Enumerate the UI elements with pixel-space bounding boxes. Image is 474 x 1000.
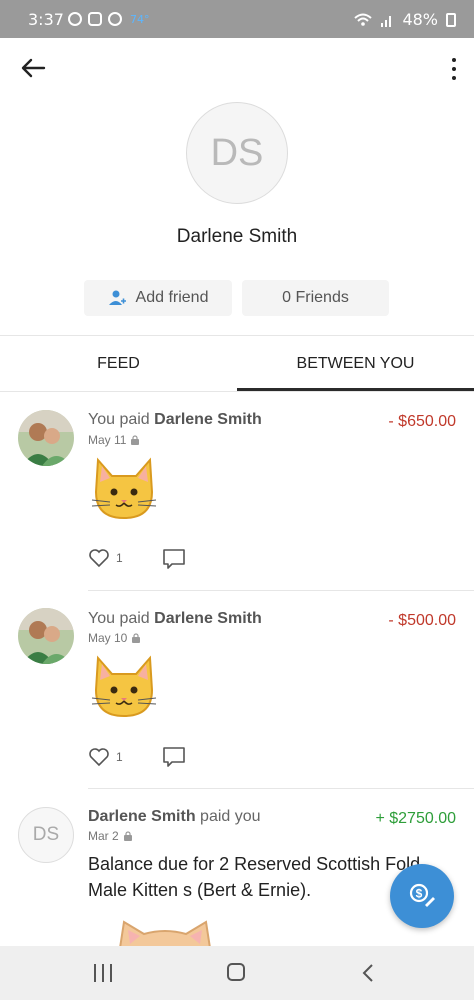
profile-name: Darlene Smith xyxy=(176,226,298,247)
messenger-icon xyxy=(68,12,82,26)
status-system-icons: 48% xyxy=(354,10,456,29)
story-title: Darlene Smith paid you xyxy=(88,808,261,826)
heart-icon xyxy=(89,748,109,767)
story-user-link[interactable]: Darlene Smith xyxy=(88,808,196,825)
comment-icon[interactable] xyxy=(162,746,186,768)
lock-icon xyxy=(131,435,140,445)
story-amount: - $500.00 xyxy=(388,612,456,629)
status-notification-icons: 74° xyxy=(68,12,150,26)
tab-between-you[interactable]: BETWEEN YOU xyxy=(237,336,474,392)
like-button[interactable]: 1 xyxy=(88,747,123,767)
pay-request-button[interactable]: $ xyxy=(390,864,454,928)
more-vertical-icon[interactable] xyxy=(450,58,458,80)
add-friend-label: Add friend xyxy=(135,289,209,306)
story-amount: - $650.00 xyxy=(388,413,456,430)
cat-photo-thumbnail xyxy=(118,920,212,948)
story-amount: + $2750.00 xyxy=(375,810,456,827)
instagram-icon xyxy=(88,12,102,26)
recent-apps-icon[interactable] xyxy=(94,964,112,982)
home-icon[interactable] xyxy=(227,963,245,981)
cat-face-icon xyxy=(91,457,157,520)
back-nav-icon[interactable] xyxy=(362,963,374,983)
status-time: 3:37 xyxy=(28,10,64,29)
lock-icon xyxy=(123,831,132,841)
story-title: You paid Darlene Smith xyxy=(88,610,262,628)
story-user-link[interactable]: Darlene Smith xyxy=(154,411,262,428)
divider xyxy=(88,788,474,789)
divider xyxy=(88,590,474,591)
wifi-icon xyxy=(354,13,373,26)
like-count: 1 xyxy=(116,551,123,565)
comment-icon[interactable] xyxy=(162,548,186,570)
battery-percent: 48% xyxy=(402,10,438,29)
battery-icon xyxy=(446,12,456,27)
like-count: 1 xyxy=(116,750,123,764)
cat-face-icon xyxy=(91,655,157,718)
pay-request-icon: $ xyxy=(409,883,435,907)
user-avatar xyxy=(18,410,74,466)
story-date-text: Mar 2 xyxy=(88,829,119,843)
story-date: Mar 2 xyxy=(88,829,133,843)
story-date: May 10 xyxy=(88,631,141,645)
top-app-bar xyxy=(0,38,474,98)
signal-icon xyxy=(381,15,392,27)
add-person-icon xyxy=(108,290,126,305)
tab-feed[interactable]: FEED xyxy=(0,336,237,392)
friends-count-button[interactable]: 0 Friends xyxy=(242,280,389,316)
system-nav-bar xyxy=(0,946,474,1000)
add-friend-button[interactable]: Add friend xyxy=(84,280,232,316)
user-avatar xyxy=(18,608,74,664)
status-bar: 3:37 74° 48% xyxy=(0,0,474,38)
heart-icon xyxy=(89,549,109,568)
story-title: You paid Darlene Smith xyxy=(88,411,262,429)
like-button[interactable]: 1 xyxy=(88,548,123,568)
profile-tabs: FEED BETWEEN YOU xyxy=(0,336,474,392)
story-date-text: May 11 xyxy=(88,433,127,447)
story-date-text: May 10 xyxy=(88,631,128,645)
messenger-icon xyxy=(108,12,122,26)
divider xyxy=(0,391,474,392)
svg-text:$: $ xyxy=(416,887,423,901)
user-avatar: DS xyxy=(18,807,74,863)
story-date: May 11 xyxy=(88,433,140,447)
story-prefix: You paid xyxy=(88,411,150,428)
profile-avatar: DS xyxy=(186,102,288,204)
story-user-link[interactable]: Darlene Smith xyxy=(154,610,262,627)
lock-icon xyxy=(132,633,141,643)
story-prefix: You paid xyxy=(88,610,150,627)
arrow-left-icon[interactable] xyxy=(20,58,46,78)
friends-count-label: 0 Friends xyxy=(282,289,349,306)
story-suffix: paid you xyxy=(200,808,261,825)
temperature-label: 74° xyxy=(130,12,150,26)
